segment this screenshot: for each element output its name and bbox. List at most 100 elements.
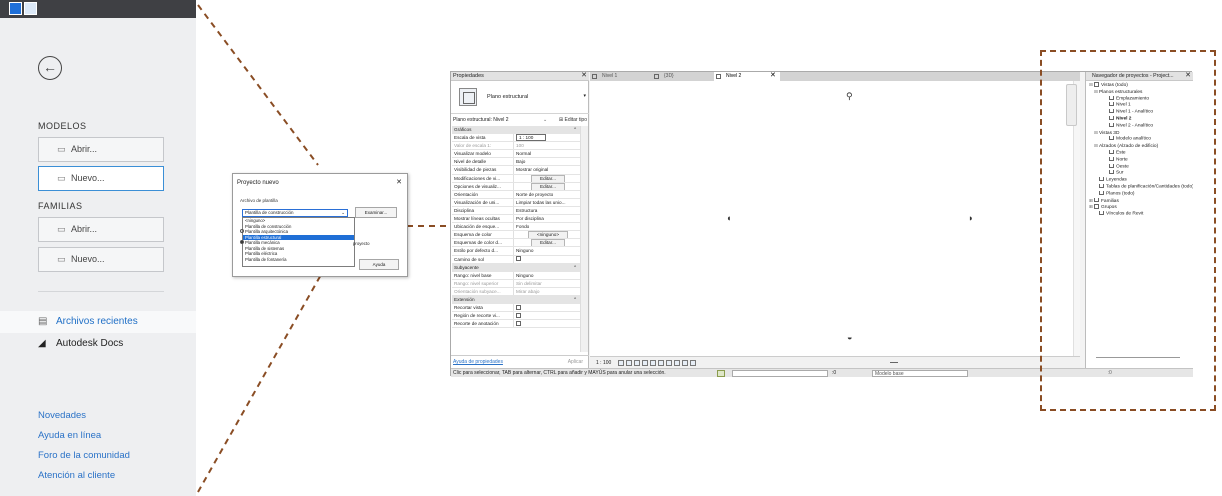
property-edit-button[interactable]: <ninguno> [527, 231, 569, 239]
shadows-icon[interactable] [642, 360, 648, 366]
property-value[interactable]: Editar... [513, 182, 580, 190]
property-row[interactable]: Recortar vista [452, 304, 580, 313]
property-value[interactable]: Mirar abajo [513, 287, 580, 295]
property-value[interactable]: Fondo [513, 223, 580, 231]
temp-hide-icon[interactable] [666, 360, 672, 366]
edit-type-label: Editar tipo [564, 117, 587, 123]
property-value[interactable]: Normal [513, 150, 580, 158]
elevation-marker-west-icon[interactable]: ◖ [726, 213, 731, 223]
properties-scrollbar[interactable] [580, 126, 588, 352]
property-value[interactable]: Ninguno [513, 271, 580, 279]
property-row[interactable]: Ubicación de esque... Fondo [452, 223, 580, 232]
edit-type-button[interactable]: ⊞ Editar tipo [559, 115, 587, 125]
type-selector[interactable]: Plano estructural ▾ [451, 82, 589, 114]
tab-3d[interactable]: {3D} [652, 72, 712, 81]
reveal-hidden-icon[interactable] [674, 360, 680, 366]
close-icon[interactable]: ✕ [581, 72, 587, 80]
close-icon[interactable]: ✕ [770, 72, 776, 80]
collapse-icon[interactable]: ⌃ [573, 126, 577, 133]
show-crop-icon[interactable] [658, 360, 664, 366]
collapse-icon[interactable]: ⌃ [573, 264, 577, 271]
property-value[interactable]: Mostrar original [513, 166, 580, 174]
screenshot-stage: ← MODELOS ▭ Abrir... ▭ Nuevo... FAMILIAS ▭… [0, 0, 1222, 496]
property-value[interactable]: 1 : 100 [513, 134, 580, 142]
property-value[interactable]: Estructura [513, 206, 580, 215]
property-value[interactable] [513, 255, 580, 263]
property-value[interactable]: Ninguno [513, 247, 580, 255]
property-value[interactable]: 100 [513, 142, 580, 150]
checkbox[interactable] [516, 256, 521, 262]
property-group-header[interactable]: Subyacente ⌃ [452, 263, 580, 272]
properties-title-bar: Propiedades ✕ [451, 72, 589, 81]
property-value[interactable]: <ninguno> [513, 231, 580, 239]
template-select[interactable]: Plantilla de construcción ⌄ [242, 209, 348, 217]
elevation-marker-east-icon[interactable]: ◗ [968, 213, 973, 223]
property-value[interactable]: Norte de proyecto [513, 190, 580, 198]
elevation-marker-north-icon[interactable]: ⚲ [846, 91, 853, 102]
property-row[interactable]: Modificaciones de vi... Editar... [452, 174, 580, 183]
property-row[interactable]: Rango: nivel base Ninguno [452, 271, 580, 280]
workset-combo[interactable] [732, 369, 828, 377]
property-group-header[interactable]: Extensión ⌃ [452, 295, 580, 305]
radio-project[interactable] [240, 229, 244, 233]
property-value[interactable]: Editar... [513, 174, 580, 182]
elevation-marker-south-icon[interactable]: ◒ [847, 332, 852, 342]
tab-nivel-1[interactable]: Nivel 1 [590, 72, 650, 81]
collapse-icon[interactable]: ⌃ [573, 296, 577, 303]
property-row[interactable]: Disciplina Estructura [452, 206, 580, 216]
property-row[interactable]: Orientación Norte de proyecto [452, 190, 580, 199]
property-group-header[interactable]: Gráficos ⌃ [452, 126, 580, 135]
property-row[interactable]: Nivel de detalle Bajo [452, 158, 580, 167]
property-row[interactable]: Esquema de color <ninguno> [452, 231, 580, 240]
property-value[interactable]: Por disciplina [513, 215, 580, 223]
property-edit-button[interactable]: Editar... [531, 174, 565, 182]
property-row[interactable]: Orientación subyace... Mirar abajo [452, 287, 580, 296]
property-value[interactable] [513, 312, 580, 320]
design-option-combo[interactable]: Modelo base [872, 369, 968, 377]
property-row[interactable]: Valor de escala 1: 100 [452, 142, 580, 151]
browse-button[interactable]: Examinar... [355, 207, 397, 218]
template-option[interactable]: Plantilla de fontanería [243, 257, 354, 263]
property-input[interactable]: 1 : 100 [516, 134, 547, 142]
tab-nivel-2[interactable]: Nivel 2 ✕ [714, 72, 780, 81]
checkbox[interactable] [516, 304, 521, 310]
close-icon[interactable]: ✕ [396, 178, 402, 186]
property-row[interactable]: Visualizar modelo Normal [452, 150, 580, 159]
radio-template[interactable] [240, 240, 244, 244]
property-name: Orientación subyace... [454, 288, 501, 294]
property-row[interactable]: Región de recorte vi... [452, 312, 580, 321]
property-value[interactable]: Editar... [513, 239, 580, 247]
help-button[interactable]: Ayuda [359, 259, 399, 270]
property-row[interactable]: Mostrar líneas ocultas Por disciplina [452, 215, 580, 224]
property-row[interactable]: Esquemas de color d... Editar... [452, 239, 580, 248]
property-row[interactable]: Escala de vista 1 : 100 [452, 134, 580, 143]
instance-filter[interactable]: Plano estructural: Nivel 2 ⌄ ⊞ Editar ti… [451, 115, 589, 125]
property-row[interactable]: Visualización de uni... Limpiar todas las… [452, 198, 580, 207]
property-value[interactable]: Limpiar todas las unio... [513, 198, 580, 206]
sun-path-icon[interactable] [634, 360, 640, 366]
property-row[interactable]: Camino de sol [452, 255, 580, 264]
checkbox[interactable] [516, 312, 521, 318]
property-edit-button[interactable]: Editar... [531, 239, 565, 247]
property-value[interactable] [513, 304, 580, 312]
property-value[interactable] [513, 320, 580, 328]
property-edit-button[interactable]: Editar... [531, 182, 565, 190]
worksets-icon[interactable] [717, 369, 725, 377]
property-value[interactable]: Sin delimitar [513, 279, 580, 287]
crop-view-icon[interactable] [650, 360, 656, 366]
property-value[interactable]: Bajo [513, 158, 580, 166]
visual-style-icon[interactable] [626, 360, 632, 366]
highlight-displacement-icon[interactable] [690, 360, 696, 366]
apply-button[interactable]: Aplicar [568, 356, 583, 368]
analytical-model-icon[interactable] [682, 360, 688, 366]
checkbox[interactable] [516, 321, 521, 327]
detail-level-icon[interactable] [618, 360, 624, 366]
property-row[interactable]: Rango: nivel superior Sin delimitar [452, 279, 580, 288]
property-row[interactable]: Opciones de visualiz... Editar... [452, 182, 580, 191]
properties-help-link[interactable]: Ayuda de propiedades [453, 356, 503, 368]
property-row[interactable]: Estilo por defecto d... Ninguno [452, 247, 580, 256]
property-name: Recorte de anotación [454, 321, 499, 327]
drawing-canvas[interactable]: ⚲ ◖ ◗ ◒ [590, 81, 1080, 356]
property-row[interactable]: Visibilidad de piezas Mostrar original [452, 166, 580, 175]
property-row[interactable]: Recorte de anotación [452, 320, 580, 329]
